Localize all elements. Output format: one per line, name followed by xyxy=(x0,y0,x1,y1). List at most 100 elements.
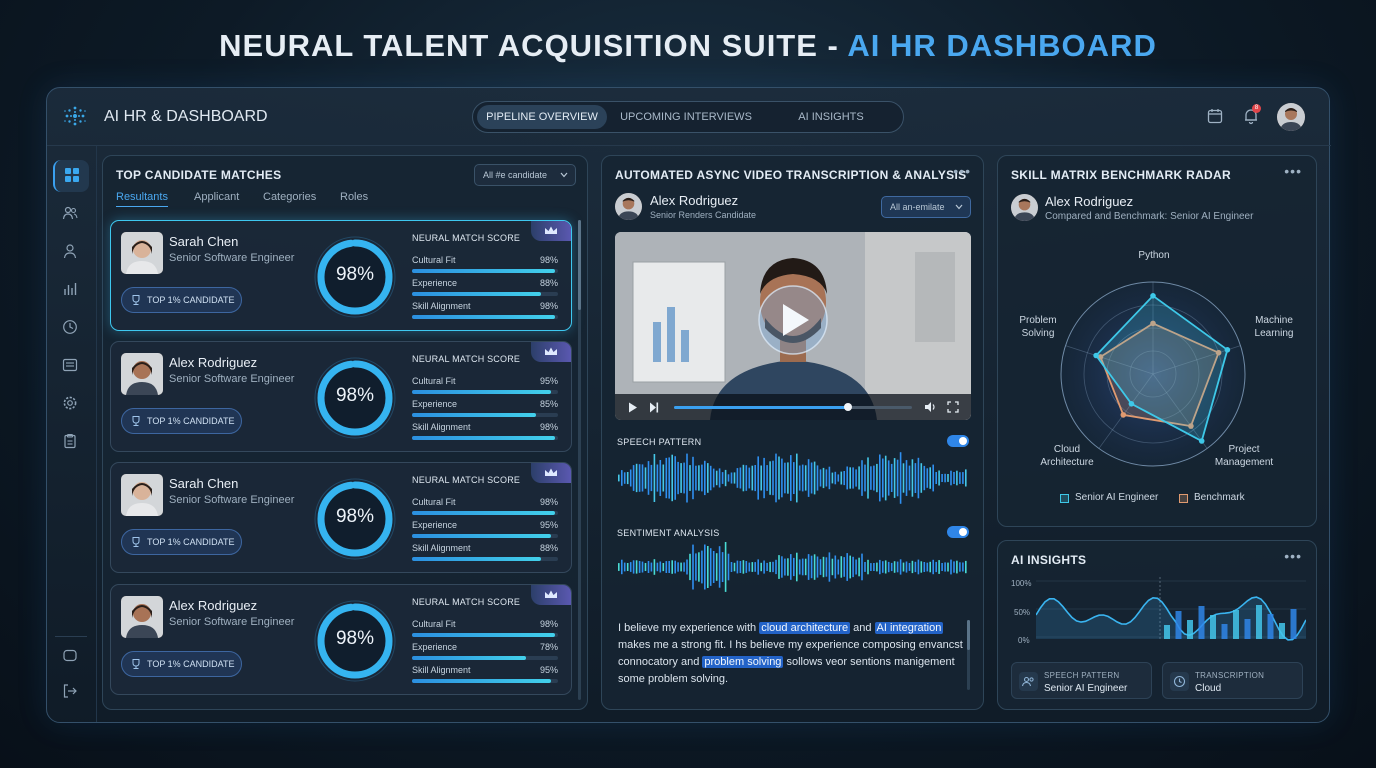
insights-ytick-100: 100% xyxy=(1011,579,1032,588)
candidate-card[interactable]: Alex Rodriguez Senior Software Engineer TO… xyxy=(110,584,572,695)
transcript-scroll-thumb[interactable] xyxy=(967,620,970,650)
sidebar-item-reports[interactable] xyxy=(53,426,89,458)
play-icon[interactable] xyxy=(628,402,638,413)
candidate-card[interactable]: Sarah Chen Senior Software Engineer TOP 1%… xyxy=(110,220,572,331)
notification-badge: 8 xyxy=(1252,104,1261,113)
match-score-value: 98% xyxy=(335,385,375,406)
waveform-bar xyxy=(715,553,718,581)
subtab-applicant[interactable]: Applicant xyxy=(194,191,239,203)
sidebar-item-support[interactable] xyxy=(53,641,89,673)
waveform-bar xyxy=(870,466,872,490)
metric-bar-track xyxy=(412,436,558,440)
waveform-bar xyxy=(712,468,715,488)
top-candidate-badge[interactable]: TOP 1% CANDIDATE xyxy=(121,529,242,555)
waveform-bar xyxy=(698,465,700,491)
candidate-card[interactable]: Alex Rodriguez Senior Software Engineer TO… xyxy=(110,341,572,452)
sidebar-item-users[interactable] xyxy=(53,198,89,230)
transcript-scrollbar[interactable] xyxy=(967,620,970,690)
insights-panel-more-icon[interactable]: ••• xyxy=(1284,548,1302,564)
subtab-categories[interactable]: Categories xyxy=(263,191,316,203)
user-avatar[interactable] xyxy=(1277,103,1305,131)
sentiment-waveform xyxy=(618,542,967,592)
page-title: NEURAL TALENT ACQUISITION SUITE - AI HR … xyxy=(219,28,1157,63)
insights-bar xyxy=(1267,614,1274,639)
waveform-bar xyxy=(668,561,670,573)
sidebar-item-analytics[interactable] xyxy=(53,274,89,306)
volume-icon[interactable] xyxy=(924,401,937,413)
subtab-roles[interactable]: Roles xyxy=(340,191,368,203)
tab-ai-insights[interactable]: AI INSIGHTS xyxy=(765,105,897,129)
waveform-bar xyxy=(905,561,908,573)
top-candidate-badge[interactable]: TOP 1% CANDIDATE xyxy=(121,287,242,313)
candidate-card[interactable]: Sarah Chen Senior Software Engineer TOP 1%… xyxy=(110,462,572,573)
sentiment-analysis-toggle[interactable] xyxy=(947,526,969,538)
subtab-resultants[interactable]: Resultants xyxy=(116,191,168,207)
sidebar-item-profile[interactable] xyxy=(53,236,89,268)
candidate-filter-dropdown[interactable]: All #e candidate xyxy=(474,164,576,186)
metric-value: 88% xyxy=(539,278,558,288)
clock-icon xyxy=(63,320,77,334)
insight-card-transcription[interactable]: TRANSCRIPTION Cloud xyxy=(1162,662,1303,699)
metric-bar-fill xyxy=(412,413,537,417)
fullscreen-icon[interactable] xyxy=(947,401,959,413)
crown-tag xyxy=(531,463,571,483)
waveform-bar xyxy=(965,469,967,487)
metric-row: Skill Alignment 88% xyxy=(412,543,558,565)
waveform-bar xyxy=(882,561,884,573)
waveform-bar xyxy=(959,562,961,572)
waveform-bar xyxy=(739,467,742,489)
waveform-bar xyxy=(822,556,825,578)
waveform-bar xyxy=(908,563,911,571)
metric-value: 98% xyxy=(539,619,558,629)
metric-label: Experience xyxy=(412,278,458,288)
video-controls xyxy=(615,394,971,420)
video-progress-track[interactable] xyxy=(674,403,912,411)
waveform-bar xyxy=(733,472,736,484)
tab-upcoming-interviews[interactable]: UPCOMING INTERVIEWS xyxy=(613,105,759,129)
waveform-bar xyxy=(727,474,730,482)
video-progress-knob[interactable] xyxy=(843,403,852,411)
ai-insights-panel: AI INSIGHTS ••• 100% 50% 0% SPEECH PATTE… xyxy=(997,540,1317,710)
sidebar-item-dashboard[interactable] xyxy=(53,160,89,192)
video-filter-dropdown[interactable]: All an-emilate xyxy=(881,196,971,218)
candidate-scroll-thumb[interactable] xyxy=(578,220,581,310)
skip-forward-icon[interactable] xyxy=(649,402,659,413)
calendar-icon[interactable] xyxy=(1206,107,1224,125)
speech-pattern-toggle[interactable] xyxy=(947,435,969,447)
waveform-bar xyxy=(724,469,727,487)
radar-point xyxy=(1093,352,1099,359)
candidate-matches-panel: TOP CANDIDATE MATCHES All #e candidate R… xyxy=(102,155,588,710)
dashboard-icon xyxy=(65,168,79,182)
waveform-bar xyxy=(689,465,691,491)
metric-value: 98% xyxy=(539,422,558,432)
waveform-bar xyxy=(932,559,934,575)
metric-bar-track xyxy=(412,390,558,394)
waveform-bar xyxy=(962,472,964,484)
waveform-bar xyxy=(944,562,946,572)
waveform-bar xyxy=(766,562,768,571)
video-player[interactable] xyxy=(615,232,971,420)
metric-bar-track xyxy=(412,292,558,296)
waveform-bar xyxy=(962,562,964,572)
top-candidate-badge[interactable]: TOP 1% CANDIDATE xyxy=(121,408,242,434)
waveform-bar xyxy=(692,456,694,500)
tab-pipeline-overview[interactable]: PIPELINE OVERVIEW xyxy=(477,105,607,129)
waveform-bar xyxy=(748,562,751,572)
video-panel-more-icon[interactable]: ••• xyxy=(953,163,971,179)
legend-label-benchmark: Benchmark xyxy=(1194,492,1245,503)
insight-card-speech[interactable]: SPEECH PATTERN Senior AI Engineer xyxy=(1011,662,1152,699)
waveform-bar xyxy=(641,561,644,573)
waveform-bar xyxy=(796,552,798,582)
metric-label: Skill Alignment xyxy=(412,301,471,311)
sidebar-item-logout[interactable] xyxy=(53,676,89,708)
waveform-bar xyxy=(629,562,632,572)
waveform-bar xyxy=(730,562,733,572)
top-candidate-badge[interactable]: TOP 1% CANDIDATE xyxy=(121,651,242,677)
sidebar-item-messages[interactable] xyxy=(53,350,89,382)
sidebar-item-history[interactable] xyxy=(53,312,89,344)
waveform-bar xyxy=(659,460,662,496)
waveform-bar xyxy=(864,464,866,492)
sidebar-item-settings[interactable] xyxy=(53,388,89,420)
candidate-scrollbar[interactable] xyxy=(578,220,581,700)
waveform-bar xyxy=(665,561,668,573)
